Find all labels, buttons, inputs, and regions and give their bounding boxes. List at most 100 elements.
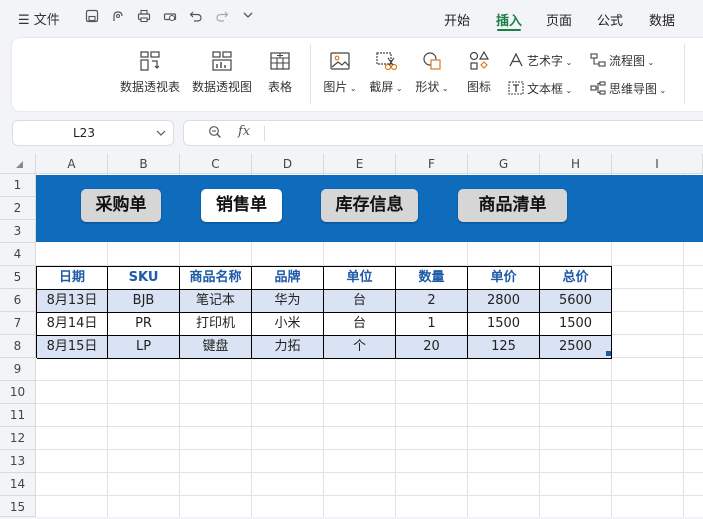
undo-icon[interactable] — [188, 9, 204, 25]
row-header[interactable]: 5 — [0, 266, 36, 289]
gridline — [36, 426, 703, 427]
row-header[interactable]: 2 — [0, 197, 36, 220]
art-text-button[interactable]: 艺术字 ⌄ — [508, 52, 572, 69]
sales-order-button[interactable]: 销售单 — [201, 189, 282, 222]
table-header-date[interactable]: 日期 — [37, 267, 108, 290]
column-header-a[interactable]: A — [36, 154, 108, 174]
shape-button[interactable]: 形状 ⌄ — [414, 50, 450, 95]
column-header-c[interactable]: C — [180, 154, 252, 174]
table-cell[interactable]: 台 — [324, 290, 396, 313]
screenshot-button[interactable]: 截屏 ⌄ — [368, 50, 404, 95]
row-header[interactable]: 10 — [0, 381, 36, 404]
cell-reference: L23 — [73, 126, 95, 140]
table-header-unit[interactable]: 单位 — [324, 267, 396, 290]
print-preview-icon[interactable] — [162, 9, 178, 25]
table-label: 表格 — [267, 80, 292, 94]
table-cell[interactable]: 20 — [396, 336, 468, 359]
table-cell[interactable]: PR — [108, 313, 180, 336]
column-header-i[interactable]: I — [612, 154, 703, 174]
table-cell[interactable]: 2 — [396, 290, 468, 313]
textbox-button[interactable]: 文本框 ⌄ — [508, 80, 572, 97]
row-header[interactable]: 14 — [0, 473, 36, 496]
gridline — [36, 449, 703, 450]
purchase-order-button[interactable]: 采购单 — [81, 189, 161, 222]
table-cell[interactable]: 5600 — [540, 290, 612, 313]
tab-insert[interactable]: 插入 — [496, 10, 522, 29]
row-header[interactable]: 12 — [0, 427, 36, 450]
row-header[interactable]: 11 — [0, 404, 36, 427]
spreadsheet-grid[interactable]: A B C D E F G H I 1 2 3 4 5 6 7 8 9 10 1… — [0, 154, 703, 517]
table-cell[interactable]: 笔记本 — [180, 290, 252, 313]
table-cell[interactable]: 1 — [396, 313, 468, 336]
textbox-icon — [508, 81, 524, 95]
redo-icon[interactable] — [214, 9, 230, 25]
save-icon[interactable] — [84, 9, 100, 25]
file-menu[interactable]: ☰ 文件 — [18, 9, 60, 28]
row-header[interactable]: 15 — [0, 496, 36, 517]
icon-button[interactable]: 图标 — [464, 50, 494, 95]
inventory-info-button[interactable]: 库存信息 — [321, 189, 418, 222]
row-header[interactable]: 7 — [0, 312, 36, 335]
table-cell[interactable]: 华为 — [252, 290, 324, 313]
row-header[interactable]: 3 — [0, 220, 36, 243]
picture-button[interactable]: 图片 ⌄ — [322, 50, 358, 95]
table-cell[interactable]: 8月13日 — [37, 290, 108, 313]
table-cell[interactable]: 8月15日 — [37, 336, 108, 359]
row-header[interactable]: 9 — [0, 358, 36, 381]
table-cell[interactable]: 打印机 — [180, 313, 252, 336]
zoom-icon[interactable] — [208, 125, 222, 143]
column-header-e[interactable]: E — [324, 154, 396, 174]
table-cell[interactable]: 力拓 — [252, 336, 324, 359]
table-button[interactable]: 表格 — [264, 50, 296, 95]
flowchart-button[interactable]: 流程图 ⌄ — [590, 52, 654, 69]
table-cell[interactable]: 个 — [324, 336, 396, 359]
table-cell[interactable]: 2800 — [468, 290, 540, 313]
formula-input[interactable] — [274, 126, 703, 142]
table-header-product-name[interactable]: 商品名称 — [180, 267, 252, 290]
table-header-total[interactable]: 总价 — [540, 267, 612, 290]
shape-label: 形状 — [415, 80, 440, 94]
table-cell[interactable]: 小米 — [252, 313, 324, 336]
tab-home[interactable]: 开始 — [444, 10, 470, 29]
pivot-table-button[interactable]: 数据透视表 — [118, 50, 182, 95]
ribbon-separator — [684, 44, 685, 104]
table-cell[interactable]: 1500 — [468, 313, 540, 336]
product-list-button[interactable]: 商品清单 — [458, 189, 567, 222]
row-header[interactable]: 4 — [0, 243, 36, 266]
table-cell[interactable]: BJB — [108, 290, 180, 313]
print-icon[interactable] — [136, 9, 152, 25]
table-header-brand[interactable]: 品牌 — [252, 267, 324, 290]
pivot-chart-button[interactable]: 数据透视图 — [190, 50, 254, 95]
row-header[interactable]: 8 — [0, 335, 36, 358]
name-box[interactable]: L23 — [12, 120, 174, 146]
column-header-h[interactable]: H — [540, 154, 612, 174]
column-header-f[interactable]: F — [396, 154, 468, 174]
table-cell[interactable]: 台 — [324, 313, 396, 336]
table-cell[interactable]: 1500 — [540, 313, 612, 336]
table-cell[interactable]: 8月14日 — [37, 313, 108, 336]
table-header-quantity[interactable]: 数量 — [396, 267, 468, 290]
tab-formula[interactable]: 公式 — [597, 10, 623, 29]
navigation-banner: 采购单 销售单 库存信息 商品清单 — [36, 175, 703, 242]
table-cell[interactable]: 2500 — [540, 336, 612, 359]
row-header[interactable]: 1 — [0, 174, 36, 197]
column-header-d[interactable]: D — [252, 154, 324, 174]
chevron-down-icon[interactable] — [240, 9, 256, 25]
fx-icon[interactable]: fx — [238, 124, 250, 139]
row-header[interactable]: 13 — [0, 450, 36, 473]
row-header[interactable]: 6 — [0, 289, 36, 312]
select-all-corner[interactable] — [0, 154, 36, 174]
format-painter-icon[interactable] — [110, 9, 126, 25]
column-header-b[interactable]: B — [108, 154, 180, 174]
chevron-down-icon[interactable] — [155, 124, 167, 145]
table-resize-handle[interactable] — [606, 351, 611, 356]
tab-data[interactable]: 数据 — [649, 10, 675, 29]
table-header-unit-price[interactable]: 单价 — [468, 267, 540, 290]
table-cell[interactable]: 键盘 — [180, 336, 252, 359]
table-cell[interactable]: 125 — [468, 336, 540, 359]
table-cell[interactable]: LP — [108, 336, 180, 359]
table-header-sku[interactable]: SKU — [108, 267, 180, 290]
mindmap-button[interactable]: 思维导图 ⌄ — [590, 80, 666, 97]
tab-page[interactable]: 页面 — [546, 10, 572, 29]
column-header-g[interactable]: G — [468, 154, 540, 174]
